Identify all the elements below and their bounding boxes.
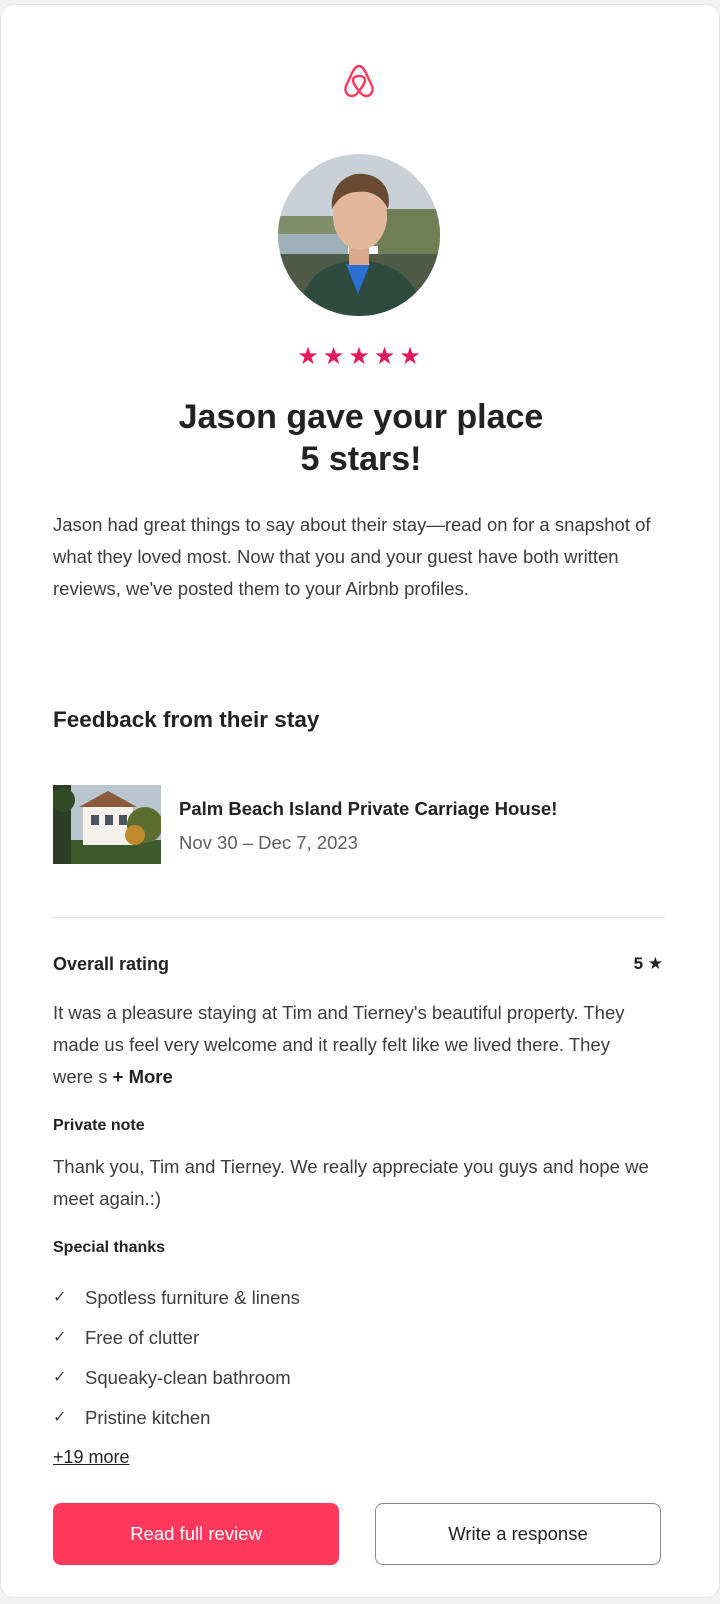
email-card: ★★★★★ Jason gave your place 5 stars! Jas… (0, 4, 720, 1598)
feedback-section-title: Feedback from their stay (53, 707, 320, 732)
stay-dates: Nov 30 – Dec 7, 2023 (179, 832, 358, 853)
list-item: ✓ Pristine kitchen (53, 1403, 300, 1443)
list-item: ✓ Squeaky-clean bathroom (53, 1363, 300, 1403)
checkmark-icon: ✓ (53, 1329, 67, 1346)
divider (53, 917, 665, 918)
public-review-text: It was a pleasure staying at Tim and Tie… (53, 997, 653, 1093)
more-thanks-link[interactable]: +19 more (53, 1445, 130, 1469)
special-thanks-label: Special thanks (53, 1239, 166, 1256)
private-note-label: Private note (53, 1117, 145, 1134)
checkmark-icon: ✓ (53, 1289, 67, 1306)
list-item: ✓ Free of clutter (53, 1323, 300, 1363)
read-full-review-button[interactable]: Read full review (53, 1503, 339, 1565)
intro-paragraph: Jason had great things to say about thei… (53, 514, 651, 599)
checkmark-icon: ✓ (53, 1369, 67, 1386)
list-item: ✓ Spotless furniture & linens (53, 1283, 300, 1323)
review-headline: Jason gave your place 5 stars! (61, 396, 661, 480)
five-star-rating: ★★★★★ (297, 343, 425, 370)
overall-rating-value: 5 ★ (633, 954, 663, 973)
overall-rating-label: Overall rating (53, 954, 170, 974)
private-note-text: Thank you, Tim and Tierney. We really ap… (53, 1156, 649, 1209)
listing-name[interactable]: Palm Beach Island Private Carriage House… (179, 797, 557, 821)
headline-line-2: 5 stars! (300, 440, 422, 478)
checkmark-icon: ✓ (53, 1409, 67, 1426)
write-response-button[interactable]: Write a response (375, 1503, 661, 1565)
listing-thumbnail[interactable] (53, 785, 161, 864)
guest-avatar (278, 154, 440, 316)
more-link[interactable]: + More (113, 1066, 173, 1087)
airbnb-logo-icon (341, 63, 377, 101)
special-thanks-list: ✓ Spotless furniture & linens ✓ Free of cl… (53, 1283, 300, 1443)
headline-line-1: Jason gave your place (178, 398, 544, 436)
